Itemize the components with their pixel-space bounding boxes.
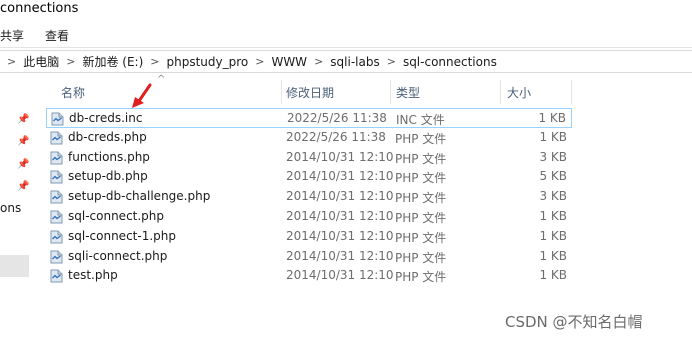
file-size: 5 KB [539,169,567,183]
file-name: test.php [68,268,118,282]
file-icon [50,250,63,264]
file-row[interactable]: sql-connect-1.php 2014/10/31 12:10 PHP 文件 1… [46,227,572,247]
file-size: 1 KB [539,249,567,263]
file-type: PHP 文件 [395,231,447,245]
breadcrumb-sql-connections[interactable]: sql-connections [403,55,497,69]
file-name: setup-db-challenge.php [68,189,211,203]
file-row[interactable]: db-creds.php 2022/5/26 11:38 PHP 文件 1 KB [46,128,572,148]
column-divider[interactable] [500,80,501,104]
breadcrumb-phpstudy-pro[interactable]: phpstudy_pro [166,55,248,69]
pin-icon[interactable]: 📌 [17,181,29,192]
file-name: db-creds.php [68,130,147,144]
chevron-right-icon[interactable]: > [66,55,75,68]
file-name: sql-connect.php [68,209,165,223]
ribbon-tab-share[interactable]: 共享 [0,27,24,44]
pin-icon[interactable]: 📌 [17,114,29,125]
file-row[interactable]: functions.php 2014/10/31 12:10 PHP 文件 3 KB [46,148,572,168]
file-date: 2014/10/31 12:10 [286,249,394,263]
file-size: 3 KB [539,150,567,164]
breadcrumb-drive-e[interactable]: 新加卷 (E:) [82,53,143,70]
file-icon [50,151,63,165]
file-icon [50,230,63,244]
file-row[interactable]: sql-connect.php 2014/10/31 12:10 PHP 文件 1 K… [46,207,572,227]
file-row[interactable]: db-creds.inc 2022/5/26 11:38 INC 文件 1 KB [46,108,572,128]
file-name: setup-db.php [68,169,148,183]
file-size: 1 KB [538,111,566,125]
file-date: 2014/10/31 12:10 [286,229,394,243]
breadcrumb-sqli-labs[interactable]: sqli-labs [330,55,379,69]
file-size: 3 KB [539,189,567,203]
file-type: PHP 文件 [395,171,447,185]
file-size: 1 KB [539,268,567,282]
column-divider[interactable] [281,80,282,104]
nav-item-label[interactable]: ons [0,201,21,215]
file-date: 2014/10/31 12:10 [286,209,394,223]
file-row[interactable]: setup-db-challenge.php 2014/10/31 12:10 PH… [46,187,572,207]
file-icon [50,210,63,224]
file-icon [51,112,64,126]
pin-icon[interactable]: 📌 [17,159,29,170]
file-type: PHP 文件 [395,270,447,284]
column-divider[interactable] [390,80,391,104]
file-date: 2022/5/26 11:38 [286,130,386,144]
ribbon-tab-view[interactable]: 查看 [45,27,69,44]
chevron-right-icon[interactable]: > [314,55,323,68]
file-date: 2014/10/31 12:10 [286,268,394,282]
file-icon [50,170,63,184]
file-name: db-creds.inc [69,111,143,125]
navigation-pane: 📌 📌 📌 📌 ons [0,78,30,340]
chevron-right-icon: > [7,55,17,68]
breadcrumb-www[interactable]: WWW [271,55,307,69]
ribbon-divider [0,47,692,48]
file-row[interactable]: sqli-connect.php 2014/10/31 12:10 PHP 文件 1 … [46,247,572,267]
file-icon [50,190,63,204]
file-row[interactable]: test.php 2014/10/31 12:10 PHP 文件 1 KB [46,266,572,286]
file-type: PHP 文件 [395,251,447,265]
chevron-right-icon[interactable]: > [387,55,396,68]
breadcrumb[interactable]: > 此电脑 > 新加卷 (E:) > phpstudy_pro > WWW > … [0,50,692,73]
file-type: PHP 文件 [395,191,447,205]
file-icon [50,269,63,283]
watermark: CSDN @不知名白帽 [505,313,643,331]
file-icon [50,131,63,145]
file-row[interactable]: setup-db.php 2014/10/31 12:10 PHP 文件 5 KB [46,167,572,187]
column-divider[interactable] [571,80,572,104]
file-name: sqli-connect.php [68,249,168,263]
nav-item-selected[interactable] [0,255,29,277]
file-type: PHP 文件 [395,152,447,166]
file-type: PHP 文件 [395,211,447,225]
file-size: 1 KB [539,229,567,243]
file-date: 2022/5/26 11:38 [287,111,387,125]
file-type: INC 文件 [396,113,445,127]
file-date: 2014/10/31 12:10 [286,169,394,183]
column-header-name[interactable]: 名称 [61,80,85,104]
window-title: connections [0,1,79,16]
column-header-type[interactable]: 类型 [396,80,420,104]
column-header-date[interactable]: 修改日期 [286,80,334,104]
file-type: PHP 文件 [395,132,447,146]
annotation-arrow [132,83,152,108]
breadcrumb-this-pc[interactable]: 此电脑 [23,53,59,70]
pin-icon[interactable]: 📌 [17,136,29,147]
file-size: 1 KB [539,209,567,223]
chevron-right-icon[interactable]: > [150,55,159,68]
file-date: 2014/10/31 12:10 [286,189,394,203]
column-header-size[interactable]: 大小 [507,80,531,104]
chevron-right-icon[interactable]: > [255,55,264,68]
file-date: 2014/10/31 12:10 [286,150,394,164]
file-name: sql-connect-1.php [68,229,176,243]
file-size: 1 KB [539,130,567,144]
file-name: functions.php [68,150,150,164]
